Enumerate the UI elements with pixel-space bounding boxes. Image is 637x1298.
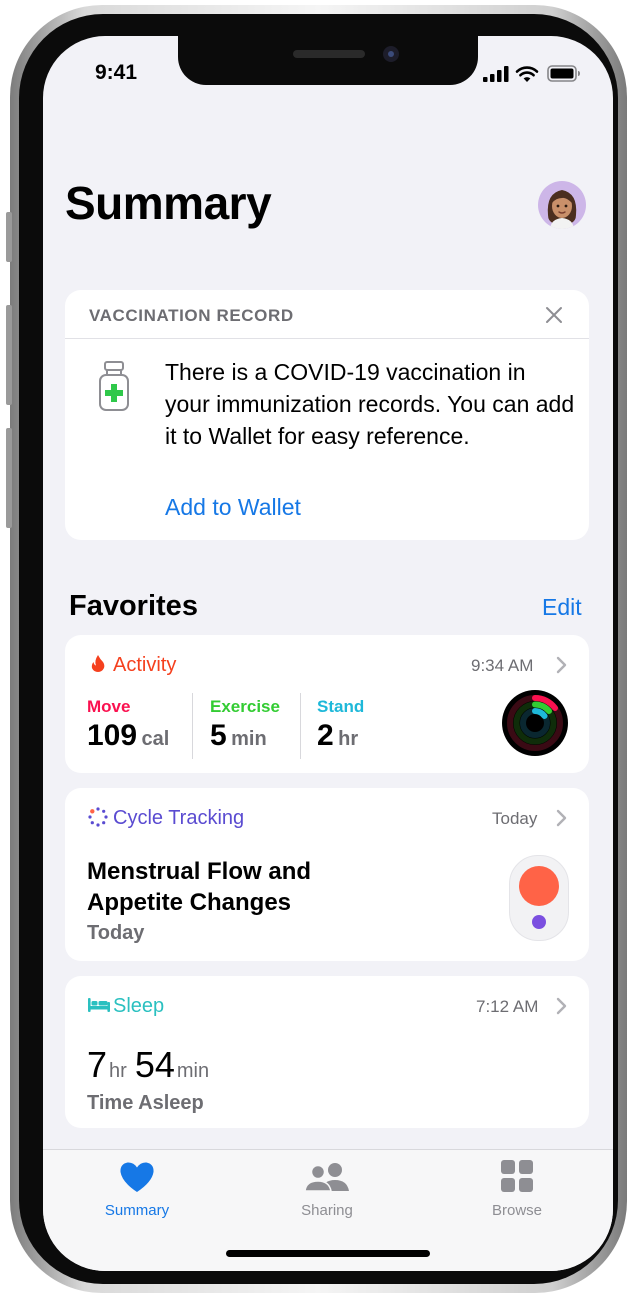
tab-summary-label: Summary xyxy=(104,1202,170,1219)
avatar-memoji-icon xyxy=(547,190,577,229)
close-icon[interactable] xyxy=(543,304,565,326)
home-indicator[interactable] xyxy=(226,1250,430,1257)
volume-down-button xyxy=(6,428,12,528)
move-value: 109 xyxy=(87,719,138,752)
cycle-tracking-subtitle: Today xyxy=(87,922,145,944)
people-icon xyxy=(304,1163,349,1192)
vaccination-message: There is a COVID-19 vaccination in your … xyxy=(165,359,575,449)
chevron-right-icon xyxy=(556,997,567,1015)
activity-time: 9:34 AM xyxy=(471,656,534,675)
tab-sharing-label: Sharing xyxy=(301,1202,353,1219)
vaccination-card-header: VACCINATION RECORD xyxy=(89,306,294,325)
tab-browse-label: Browse xyxy=(491,1202,543,1219)
activity-card[interactable]: Activity 9:34 AM Move 109 cal Exercise 5… xyxy=(65,635,589,773)
tab-sharing[interactable]: Sharing xyxy=(267,1158,387,1228)
cycle-tracking-card[interactable]: Cycle Tracking Today Menstrual Flow and … xyxy=(65,788,589,961)
vaccination-record-card: VACCINATION RECORD There is a COVID-19 v… xyxy=(65,290,589,540)
exercise-value: 5 xyxy=(210,719,227,752)
sleep-minutes-unit: min xyxy=(176,1060,210,1082)
edit-button[interactable]: Edit xyxy=(542,594,582,621)
tab-summary[interactable]: Summary xyxy=(77,1158,197,1228)
flow-dot xyxy=(519,866,559,906)
favorites-title: Favorites xyxy=(69,590,198,622)
sleep-minutes: 54 xyxy=(134,1044,175,1085)
exercise-label: Exercise xyxy=(210,697,280,716)
sleep-label: Sleep xyxy=(113,995,165,1017)
sleep-time: 7:12 AM xyxy=(476,997,539,1016)
vaccine-vial-icon xyxy=(99,361,129,411)
stand-label: Stand xyxy=(317,697,365,716)
stat-divider xyxy=(300,693,301,759)
wifi-icon xyxy=(515,66,539,82)
notch xyxy=(178,36,478,85)
battery-icon xyxy=(547,65,580,82)
chevron-right-icon xyxy=(556,656,567,674)
flame-icon xyxy=(91,655,105,672)
stand-stat: 2 hr xyxy=(317,719,358,753)
divider xyxy=(65,338,589,339)
cycle-tracking-title: Menstrual Flow and Appetite Changes xyxy=(87,858,312,916)
move-stat: 109 cal xyxy=(87,719,169,753)
sleep-duration: 7 hr 54 min xyxy=(87,1044,209,1086)
cycle-tracking-label: Cycle Tracking xyxy=(113,807,245,829)
move-label: Move xyxy=(87,697,131,716)
page-title: Summary xyxy=(65,177,272,229)
volume-up-button xyxy=(6,305,12,405)
activity-rings-icon xyxy=(502,690,568,756)
chevron-right-icon xyxy=(556,809,567,827)
cycle-tracking-icon xyxy=(88,807,108,827)
tab-browse[interactable]: Browse xyxy=(457,1158,577,1228)
symptom-dot xyxy=(532,915,546,929)
mute-switch xyxy=(6,212,12,262)
sleep-caption: Time Asleep xyxy=(87,1092,204,1114)
sleep-hours-unit: hr xyxy=(109,1060,127,1082)
exercise-stat: 5 min xyxy=(210,719,267,753)
heart-icon xyxy=(120,1162,154,1192)
front-camera xyxy=(383,46,399,62)
stat-divider xyxy=(192,693,193,759)
stand-value: 2 xyxy=(317,719,334,752)
speaker xyxy=(293,50,365,58)
status-time: 9:41 xyxy=(95,61,138,84)
sleep-hours: 7 xyxy=(87,1044,108,1085)
stand-unit: hr xyxy=(338,728,359,750)
cycle-indicator xyxy=(509,855,569,941)
activity-label: Activity xyxy=(113,654,177,676)
grid-icon xyxy=(501,1160,533,1192)
bed-icon xyxy=(88,998,110,1012)
move-unit: cal xyxy=(141,728,170,750)
cellular-signal-icon xyxy=(483,66,509,82)
cycle-tracking-time: Today xyxy=(492,809,538,828)
screen: 9:41 Summary VACCINATION RECORD There is… xyxy=(43,36,613,1271)
add-to-wallet-link[interactable]: Add to Wallet xyxy=(165,494,301,521)
exercise-unit: min xyxy=(231,728,267,750)
sleep-card[interactable]: Sleep 7:12 AM 7 hr 54 min Time Asleep xyxy=(65,976,589,1128)
profile-avatar[interactable] xyxy=(538,181,586,229)
